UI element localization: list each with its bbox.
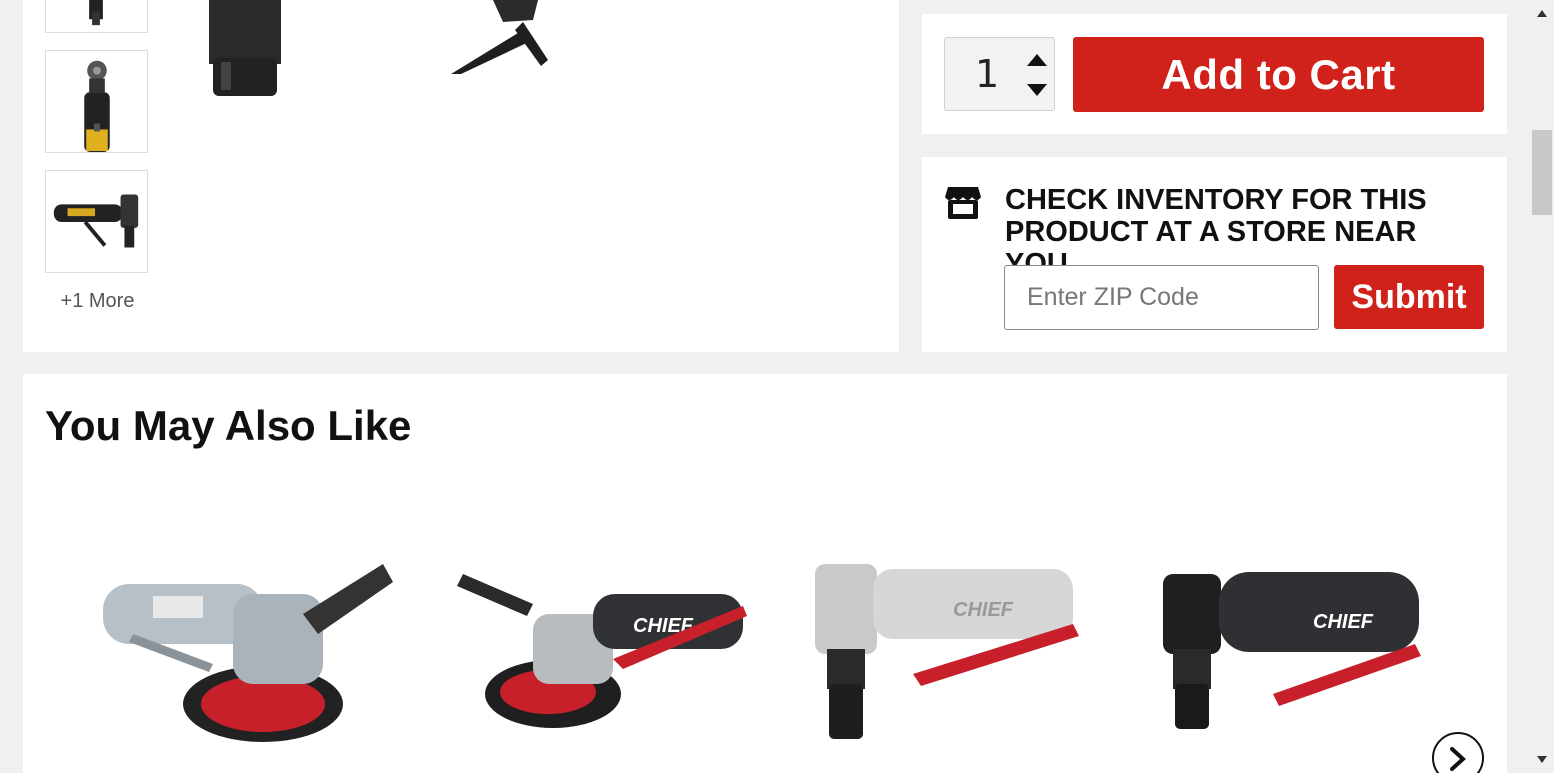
product-gallery: +1 More — [23, 0, 899, 352]
recommended-product[interactable]: CHIEF — [1153, 544, 1473, 754]
more-images-link[interactable]: +1 More — [45, 290, 150, 313]
scroll-up-arrow-icon[interactable] — [1536, 8, 1548, 18]
store-icon — [945, 187, 981, 219]
inventory-heading-line1: CHECK INVENTORY FOR THIS — [1005, 184, 1427, 216]
angle-die-grinder-black-image: CHIEF — [1163, 572, 1421, 729]
zip-code-input[interactable] — [1004, 265, 1319, 330]
product-page: +1 More 1 Add to Cart CHECK INVENTORY FO… — [0, 0, 1554, 773]
tool-thumbnail-image — [89, 0, 103, 26]
tool-thumbnail-image — [53, 194, 139, 248]
page-scrollbar[interactable] — [1530, 0, 1554, 773]
quantity-value[interactable]: 1 — [975, 52, 999, 96]
decrement-arrow-icon[interactable] — [1025, 80, 1049, 100]
recommendations-section: You May Also Like CHIEF CHIEF CHIEF — [23, 374, 1507, 773]
submit-button[interactable]: Submit — [1334, 265, 1484, 329]
chevron-right-icon — [1450, 747, 1466, 771]
add-to-cart-button[interactable]: Add to Cart — [1073, 37, 1484, 112]
recommended-product[interactable]: CHIEF — [453, 544, 773, 754]
increment-arrow-icon[interactable] — [1025, 50, 1049, 70]
main-product-image[interactable] — [193, 0, 613, 110]
scrollbar-thumb[interactable] — [1532, 130, 1552, 215]
gallery-thumbnail[interactable] — [45, 170, 148, 273]
tool-thumbnail-image — [84, 60, 110, 152]
recommended-product[interactable]: CHIEF — [803, 544, 1123, 754]
angle-grinder-silver-image — [103, 564, 393, 742]
add-to-cart-panel: 1 Add to Cart — [922, 14, 1507, 134]
scroll-down-arrow-icon[interactable] — [1536, 755, 1548, 765]
recommended-product[interactable] — [93, 544, 413, 754]
angle-die-grinder-chrome-image: CHIEF — [815, 564, 1079, 739]
brand-label: CHIEF — [1313, 611, 1374, 633]
store-inventory-panel: CHECK INVENTORY FOR THIS PRODUCT AT A ST… — [922, 157, 1507, 352]
quantity-stepper[interactable]: 1 — [944, 37, 1055, 111]
brand-label: CHIEF — [953, 599, 1014, 621]
angle-grinder-black-image: CHIEF — [457, 574, 747, 728]
gallery-thumbnail[interactable] — [45, 0, 148, 33]
recommendations-title: You May Also Like — [45, 402, 412, 449]
gallery-thumbnail[interactable] — [45, 50, 148, 153]
carousel-next-button[interactable] — [1432, 732, 1484, 773]
